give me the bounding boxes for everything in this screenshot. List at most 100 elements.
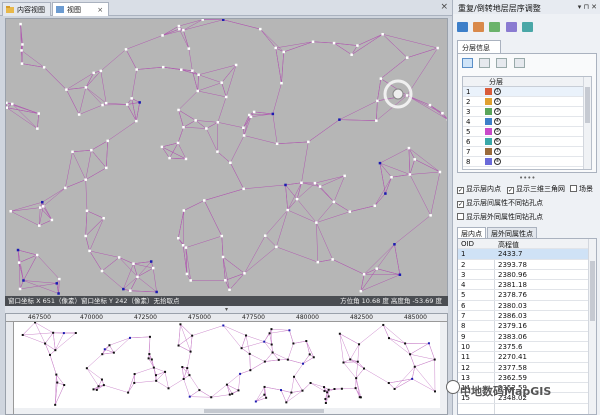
- mesh-edge: [291, 376, 295, 393]
- mesh-edge: [182, 367, 184, 380]
- mesh-edge: [316, 222, 319, 263]
- borehole-point: [38, 224, 41, 227]
- table-row[interactable]: 6 2380.03: [458, 301, 596, 312]
- map-2d-viewport[interactable]: 467500 470000 472500 475000 477500 48000…: [5, 313, 448, 415]
- mesh-edge: [271, 328, 290, 331]
- mesh-edge: [37, 113, 39, 129]
- table-row[interactable]: 1 2433.7: [458, 249, 596, 260]
- show-diff-attr-checkbox[interactable]: ✓ 显示层间属性不同钻孔点: [457, 198, 543, 208]
- checkbox-box[interactable]: [457, 213, 464, 220]
- layer-scrollbar[interactable]: [583, 77, 591, 169]
- move-down-icon[interactable]: [496, 58, 508, 68]
- mesh-edge: [49, 354, 57, 375]
- borehole-point: [358, 343, 361, 346]
- layer-row[interactable]: 6⑥: [463, 137, 591, 147]
- borehole-point: [155, 290, 158, 294]
- mesh-edge: [183, 368, 188, 380]
- scene-3d-viewport[interactable]: [5, 18, 448, 304]
- table-row[interactable]: 7 2386.03: [458, 311, 596, 322]
- borehole-point: [184, 246, 188, 249]
- mesh-edge: [66, 89, 80, 115]
- checkbox-box[interactable]: [570, 185, 577, 192]
- horizontal-scrollbar[interactable]: [14, 408, 442, 414]
- network-icon[interactable]: [505, 22, 517, 32]
- mesh-edge: [280, 389, 292, 393]
- borehole-point: [312, 356, 315, 359]
- tab-content-view[interactable]: 内容视图: [2, 2, 51, 16]
- status-bar: 窗口坐标 X 651（像素）窗口坐标 Y 242（像素）无拾取点 方位角 10.…: [5, 296, 448, 306]
- borehole-point: [224, 95, 228, 99]
- delete-icon[interactable]: [513, 58, 525, 68]
- layer-row[interactable]: 2②: [463, 97, 591, 107]
- table-row[interactable]: 11 2270.41: [458, 352, 596, 363]
- table-row[interactable]: 5 2378.76: [458, 290, 596, 301]
- borehole-point: [177, 108, 180, 112]
- chevron-down-icon[interactable]: ▾: [225, 306, 228, 313]
- mesh-edge: [119, 257, 134, 264]
- layer-row[interactable]: 7⑦: [463, 147, 591, 157]
- tab-layer-info[interactable]: 分层信息: [457, 40, 501, 53]
- borehole-point: [155, 379, 158, 382]
- tab-view[interactable]: 视图 ×: [52, 2, 110, 16]
- mesh-edge: [276, 246, 318, 263]
- table-row[interactable]: 10 2375.6: [458, 342, 596, 353]
- select-layer-icon[interactable]: [462, 58, 473, 68]
- close-icon[interactable]: ×: [440, 2, 448, 12]
- table-row[interactable]: 9 2383.06: [458, 332, 596, 342]
- reorder-icon[interactable]: [489, 22, 501, 32]
- mesh-edge: [130, 290, 157, 293]
- column-header-oid[interactable]: OID: [461, 240, 474, 248]
- mesh-edge: [272, 83, 282, 114]
- table-row[interactable]: 2 2393.78: [458, 260, 596, 270]
- vertical-scrollbar[interactable]: [440, 322, 447, 414]
- layer-row[interactable]: 3③: [463, 107, 591, 117]
- borehole-point: [286, 208, 289, 212]
- splitter-dots[interactable]: ••••: [519, 174, 536, 182]
- mesh-edge: [388, 337, 411, 355]
- borehole-point: [167, 387, 170, 390]
- splitter[interactable]: ▾: [5, 306, 448, 313]
- scene-checkbox[interactable]: 场景: [570, 184, 593, 194]
- layer-row[interactable]: 5⑤: [463, 127, 591, 137]
- table-row[interactable]: 13 2362.59: [458, 373, 596, 384]
- ruler-top: 467500 470000 472500 475000 477500 48000…: [6, 314, 447, 322]
- layer-row[interactable]: 1①: [463, 87, 591, 97]
- checkbox-box[interactable]: ✓: [457, 201, 464, 208]
- mesh-edge: [281, 51, 284, 84]
- show-layer-points-checkbox[interactable]: ✓ 显示层内点: [457, 184, 501, 194]
- stack-icon[interactable]: [473, 22, 485, 32]
- triangle-mesh-canvas[interactable]: [6, 19, 448, 299]
- borehole-point: [180, 68, 183, 72]
- borehole-point: [18, 287, 22, 291]
- mesh-edge: [20, 283, 57, 290]
- borehole-point: [393, 243, 396, 246]
- scrollbar-thumb[interactable]: [204, 409, 324, 413]
- table-row[interactable]: 12 2377.58: [458, 363, 596, 373]
- table-row[interactable]: 8 2379.16: [458, 321, 596, 332]
- mesh-edge: [414, 359, 435, 367]
- layer-row[interactable]: 4④: [463, 117, 591, 127]
- mesh-map-canvas[interactable]: [14, 322, 442, 410]
- mesh-edge: [17, 249, 24, 281]
- panel-window-controls[interactable]: ▾ ⊓ ✕: [578, 3, 597, 11]
- mesh-edge: [428, 343, 435, 360]
- mesh-edge: [241, 341, 265, 349]
- mesh-edge: [91, 150, 107, 169]
- layer-row[interactable]: 8⑧: [463, 157, 591, 167]
- show-3d-mesh-checkbox[interactable]: ✓ 显示三维三角网: [507, 184, 565, 194]
- borehole-point: [148, 335, 151, 338]
- show-same-attr-checkbox[interactable]: 显示层外同属性同钻孔点: [457, 212, 543, 222]
- checkbox-box[interactable]: ✓: [457, 187, 464, 194]
- table-row[interactable]: 3 2380.96: [458, 270, 596, 281]
- mesh-edge: [376, 244, 395, 269]
- mesh-edge: [106, 140, 108, 168]
- move-up-icon[interactable]: [479, 58, 491, 68]
- checkbox-box[interactable]: ✓: [507, 187, 514, 194]
- mesh-edge: [204, 200, 223, 237]
- table-scrollbar[interactable]: [588, 239, 596, 414]
- layers-icon[interactable]: [457, 22, 468, 32]
- borehole-point: [54, 349, 57, 352]
- close-icon[interactable]: ×: [97, 6, 103, 14]
- table-row[interactable]: 4 2381.18: [458, 280, 596, 291]
- grid-icon[interactable]: [521, 22, 533, 32]
